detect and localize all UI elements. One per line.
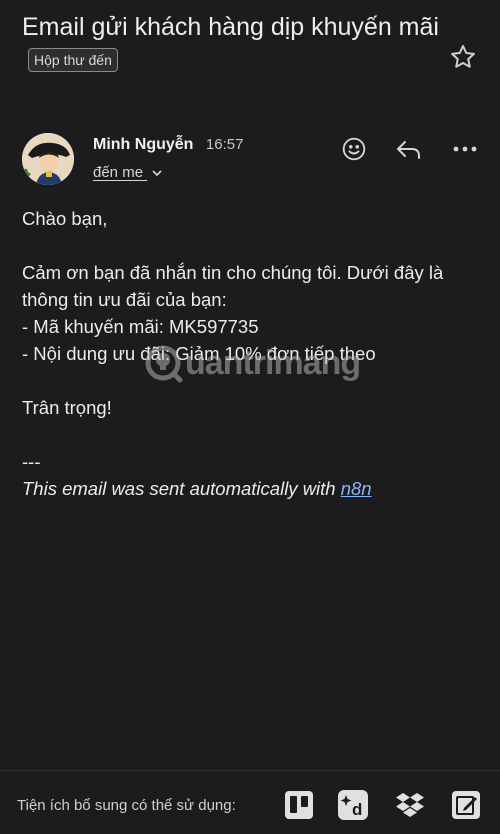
n8n-link[interactable]: n8n bbox=[341, 478, 372, 499]
trello-icon[interactable] bbox=[283, 789, 315, 821]
greeting-text: Chào bạn, bbox=[22, 208, 108, 229]
watermark-text: uantrimang bbox=[185, 343, 361, 382]
signature-line: This email was sent automatically with n… bbox=[22, 475, 482, 502]
inbox-label-chip[interactable]: Hộp thư đến bbox=[28, 48, 118, 72]
note-edit-icon[interactable] bbox=[450, 789, 482, 821]
email-time: 16:57 bbox=[205, 136, 244, 153]
reply-icon[interactable] bbox=[394, 134, 424, 164]
smiley-icon[interactable] bbox=[339, 134, 369, 164]
watermark: uantrimang bbox=[143, 338, 368, 388]
recipient-label: đến me bbox=[93, 164, 144, 181]
more-horizontal-icon[interactable] bbox=[450, 134, 480, 164]
watermark-logo-icon bbox=[145, 345, 183, 383]
addons-footer: Tiện ích bổ sung có thể sử dụng: d bbox=[0, 770, 500, 834]
chevron-down-icon bbox=[151, 165, 163, 182]
email-subject-block: Email gửi khách hàng dịp khuyến mãi Hộp … bbox=[22, 6, 442, 74]
separator-text: --- bbox=[22, 451, 41, 472]
star-icon[interactable] bbox=[448, 42, 478, 72]
signature-text: This email was sent automatically with bbox=[22, 478, 341, 499]
addons-label: Tiện ích bổ sung có thể sử dụng: bbox=[17, 797, 236, 814]
dropbox-icon[interactable] bbox=[394, 789, 426, 821]
recipient-details[interactable]: đến me bbox=[93, 164, 163, 182]
sender-line: Minh Nguyễn 16:57 bbox=[93, 136, 243, 156]
body-line-thanks: Cảm ơn bạn đã nhắn tin cho chúng tôi. Dư… bbox=[22, 262, 444, 310]
body-line-promo-code: - Mã khuyến mãi: MK597735 bbox=[22, 316, 259, 337]
svg-text:d: d bbox=[352, 800, 362, 819]
closing-text: Trân trọng! bbox=[22, 397, 112, 418]
avatar[interactable] bbox=[22, 133, 74, 185]
email-subject: Email gửi khách hàng dịp khuyến mãi bbox=[22, 13, 439, 41]
dialpad-icon[interactable]: d bbox=[337, 789, 369, 821]
sender-name[interactable]: Minh Nguyễn bbox=[93, 136, 193, 153]
